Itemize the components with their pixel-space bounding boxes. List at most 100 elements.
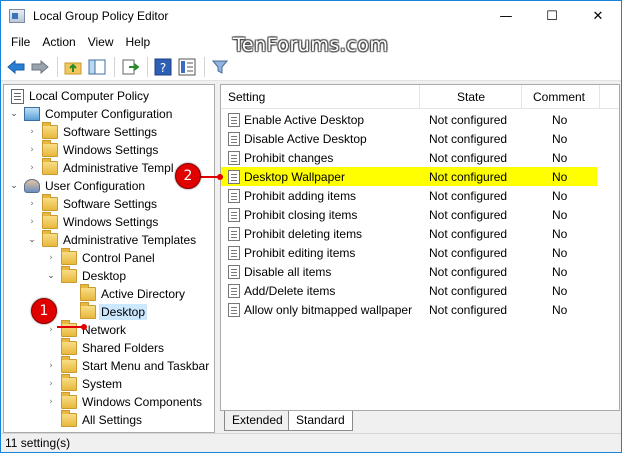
list-item[interactable]: Allow only bitmapped wallpaper Not confi…: [221, 300, 597, 319]
tree-item-control-panel[interactable]: › Control Panel: [45, 248, 157, 267]
maximize-button[interactable]: ☐: [529, 1, 575, 31]
folder-icon: [42, 194, 58, 211]
setting-name: Disable all items: [244, 264, 332, 279]
no-expander: [45, 411, 57, 429]
forward-arrow-icon[interactable]: [29, 56, 51, 78]
policy-setting-icon: [228, 207, 240, 222]
policy-setting-icon: [228, 112, 240, 127]
collapsed-chevron-icon[interactable]: ›: [26, 141, 38, 159]
tree-item-windows-components[interactable]: › Windows Components: [45, 392, 204, 411]
column-header-state[interactable]: State: [457, 85, 485, 109]
list-item[interactable]: Prohibit closing items Not configured No: [221, 205, 597, 224]
properties-icon[interactable]: [176, 56, 198, 78]
setting-comment: No: [552, 131, 568, 146]
column-divider[interactable]: [419, 85, 420, 109]
tree-item-system[interactable]: › System: [45, 374, 124, 393]
tree-item-uc-windows-settings[interactable]: › Windows Settings: [26, 212, 160, 231]
list-item[interactable]: Prohibit editing items Not configured No: [221, 243, 597, 262]
folder-icon: [61, 266, 77, 283]
menu-action[interactable]: Action: [36, 31, 81, 53]
menu-file[interactable]: File: [5, 31, 36, 53]
setting-comment: No: [552, 302, 568, 317]
menu-help[interactable]: Help: [120, 31, 157, 53]
collapsed-chevron-icon[interactable]: ›: [26, 195, 38, 213]
setting-state: Not configured: [429, 131, 508, 146]
export-list-icon[interactable]: [119, 56, 141, 78]
folder-icon: [61, 338, 77, 355]
collapsed-chevron-icon[interactable]: ›: [45, 357, 57, 375]
up-folder-icon[interactable]: [62, 56, 84, 78]
list-item[interactable]: Disable Active Desktop Not configured No: [221, 129, 597, 148]
tree-item-desktop[interactable]: ⌄ Desktop: [45, 266, 128, 285]
callout-1-dot: [81, 324, 87, 330]
tree-item-uc-administrative-templates[interactable]: ⌄ Administrative Templates: [26, 230, 198, 249]
tree-pane: Local Computer Policy ⌄ Computer Configu…: [3, 84, 215, 433]
policy-setting-icon: [228, 150, 240, 165]
tree-item-network[interactable]: › Network: [45, 320, 128, 339]
tree-item-start-menu-taskbar[interactable]: › Start Menu and Taskbar: [45, 356, 211, 375]
tree-item-label: Windows Components: [82, 395, 203, 409]
tree-item-label: User Configuration: [45, 179, 146, 193]
tree-item-active-directory[interactable]: Active Directory: [64, 284, 187, 303]
settings-list: Setting State Comment Enable Active Desk…: [220, 84, 620, 411]
back-arrow-icon[interactable]: [5, 56, 27, 78]
tree-item-cc-administrative-templates[interactable]: › Administrative Templ: [26, 158, 175, 177]
collapsed-chevron-icon[interactable]: ›: [45, 249, 57, 267]
setting-comment: No: [552, 264, 568, 279]
list-item-desktop-wallpaper[interactable]: Desktop Wallpaper Not configured No: [221, 167, 597, 186]
tree-item-cc-windows-settings[interactable]: › Windows Settings: [26, 140, 160, 159]
tree-item-desktop-selected[interactable]: Desktop: [64, 302, 148, 321]
user-icon: [24, 179, 40, 193]
expanded-chevron-icon[interactable]: ⌄: [8, 177, 20, 195]
tree-item-computer-configuration[interactable]: ⌄ Computer Configuration: [8, 105, 174, 123]
list-item[interactable]: Prohibit changes Not configured No: [221, 148, 597, 167]
setting-state: Not configured: [429, 264, 508, 279]
filter-icon[interactable]: [209, 56, 231, 78]
collapsed-chevron-icon[interactable]: ›: [26, 123, 38, 141]
list-item[interactable]: Add/Delete items Not configured No: [221, 281, 597, 300]
tab-extended[interactable]: Extended: [224, 411, 291, 431]
menu-view[interactable]: View: [82, 31, 120, 53]
column-header-comment[interactable]: Comment: [533, 85, 585, 109]
list-header: Setting State Comment: [221, 85, 619, 109]
tree-item-all-settings[interactable]: All Settings: [45, 410, 144, 429]
setting-state: Not configured: [429, 245, 508, 260]
list-item[interactable]: Disable all items Not configured No: [221, 262, 597, 281]
collapsed-chevron-icon[interactable]: ›: [26, 213, 38, 231]
column-header-setting[interactable]: Setting: [228, 85, 265, 109]
expanded-chevron-icon[interactable]: ⌄: [26, 231, 38, 249]
help-icon[interactable]: ?: [152, 56, 174, 78]
column-divider[interactable]: [599, 85, 600, 109]
list-item[interactable]: Prohibit deleting items Not configured N…: [221, 224, 597, 243]
tree-item-label: Shared Folders: [82, 341, 165, 355]
folder-icon: [42, 122, 58, 139]
tab-standard[interactable]: Standard: [288, 411, 353, 431]
setting-name: Desktop Wallpaper: [244, 169, 345, 184]
show-hide-tree-icon[interactable]: [86, 56, 108, 78]
expanded-chevron-icon[interactable]: ⌄: [8, 105, 20, 123]
collapsed-chevron-icon[interactable]: ›: [45, 393, 57, 411]
policy-setting-icon: [228, 302, 240, 317]
tree-item-local-computer-policy[interactable]: Local Computer Policy: [7, 87, 151, 105]
collapsed-chevron-icon[interactable]: ›: [26, 159, 38, 177]
setting-name: Allow only bitmapped wallpaper: [244, 302, 413, 317]
column-divider[interactable]: [521, 85, 522, 109]
collapsed-chevron-icon[interactable]: ›: [45, 375, 57, 393]
tree-item-label: Windows Settings: [63, 143, 159, 157]
close-button[interactable]: ✕: [575, 1, 621, 31]
list-item[interactable]: Enable Active Desktop Not configured No: [221, 110, 597, 129]
folder-icon: [61, 392, 77, 409]
toolbar-separator: [204, 56, 205, 77]
tree-item-uc-software-settings[interactable]: › Software Settings: [26, 194, 159, 213]
tree-item-cc-software-settings[interactable]: › Software Settings: [26, 122, 159, 141]
tree-item-label: Administrative Templates: [63, 233, 197, 247]
minimize-button[interactable]: —: [483, 1, 529, 31]
folder-icon: [42, 158, 58, 175]
folder-icon: [61, 248, 77, 265]
folder-open-icon: [80, 302, 96, 319]
expanded-chevron-icon[interactable]: ⌄: [45, 267, 57, 285]
setting-comment: No: [552, 226, 568, 241]
tree-item-shared-folders[interactable]: Shared Folders: [45, 338, 166, 357]
tree-item-user-configuration[interactable]: ⌄ User Configuration: [8, 177, 147, 195]
list-item[interactable]: Prohibit adding items Not configured No: [221, 186, 597, 205]
